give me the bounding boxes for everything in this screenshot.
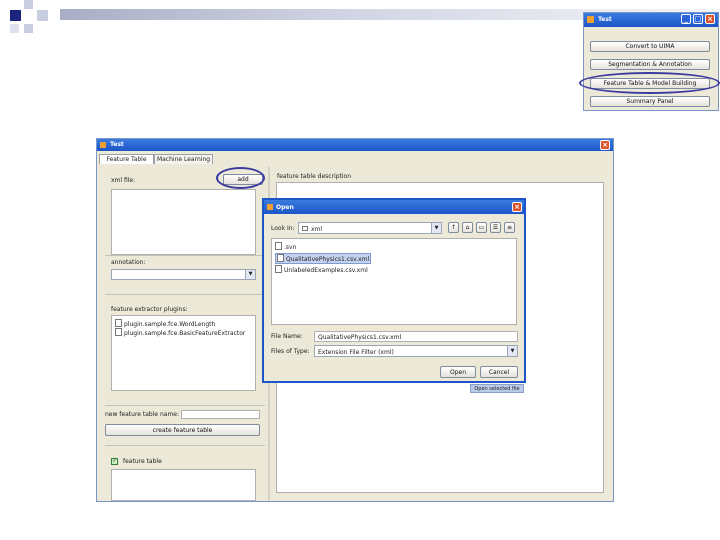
list-item[interactable]: QualitativePhysics1.csv.xml: [275, 253, 372, 264]
mini-window: Test _ □ × Convert to UIMA Segmentation …: [583, 12, 719, 111]
summary-panel-button[interactable]: Summary Panel: [590, 96, 710, 107]
feature-table-label: feature table: [123, 458, 162, 465]
divider: [105, 294, 265, 295]
file-name: QualitativePhysics1.csv.xml: [286, 256, 370, 263]
close-button[interactable]: ×: [600, 140, 610, 150]
tab-machine-learning[interactable]: Machine Learning: [154, 154, 213, 164]
folder-icon: [275, 242, 282, 250]
file-icon: [275, 265, 282, 273]
minimize-button[interactable]: _: [681, 14, 691, 24]
open-tooltip: Open selected file: [470, 384, 524, 393]
mini-window-title: Test: [598, 16, 612, 23]
divider: [105, 255, 265, 256]
open-button[interactable]: Open: [440, 366, 476, 378]
list-view-icon[interactable]: ☰: [490, 222, 501, 233]
file-icon: [115, 319, 122, 327]
java-icon: [587, 16, 594, 23]
chevron-down-icon: ▼: [507, 346, 517, 356]
file-type-value: Extension File Filter (xml): [318, 349, 394, 356]
plugins-list[interactable]: plugin.sample.fce.WordLength plugin.samp…: [111, 315, 256, 391]
decor-square-5: [10, 24, 19, 33]
annotation-label: annotation:: [111, 259, 146, 266]
xml-file-label: xml file:: [111, 177, 136, 184]
main-window-title: Test: [110, 141, 124, 148]
open-dialog-titlebar: Open ×: [264, 200, 524, 214]
list-item[interactable]: plugin.sample.fce.BasicFeatureExtractor: [115, 328, 245, 337]
decor-square-2: [24, 0, 33, 9]
folder-icon: [302, 226, 308, 231]
plugin-label: plugin.sample.fce.WordLength: [124, 321, 216, 328]
file-name: .svn: [284, 244, 297, 251]
new-table-name-input[interactable]: [181, 410, 260, 419]
create-feature-table-button[interactable]: create feature table: [105, 424, 260, 436]
file-name: UnlabeledExamples.csv.xml: [284, 267, 368, 274]
feature-table-panel: [111, 469, 256, 501]
divider: [105, 445, 265, 446]
new-folder-icon[interactable]: ▭: [476, 222, 487, 233]
decor-square-4: [37, 10, 48, 21]
open-dialog: Open × Look In: xml ▼ ↑ ⌂ ▭ ☰ ≡ .svn Qua…: [262, 198, 526, 383]
highlight-ring-add: [216, 167, 265, 189]
up-one-level-icon[interactable]: ↑: [448, 222, 459, 233]
description-label: feature table description: [277, 173, 352, 180]
decor-square-1: [10, 10, 21, 21]
main-window-titlebar: Test ×: [97, 139, 613, 151]
plugins-label: feature extractor plugins:: [111, 306, 188, 313]
left-column: xml file: add annotation: ▼ feature extr…: [105, 167, 265, 501]
list-item[interactable]: plugin.sample.fce.WordLength: [115, 319, 215, 328]
file-type-combo[interactable]: Extension File Filter (xml) ▼: [314, 345, 518, 357]
maximize-button[interactable]: □: [693, 14, 703, 24]
java-icon: [100, 142, 106, 148]
file-name-input[interactable]: QualitativePhysics1.csv.xml: [314, 331, 518, 342]
list-item[interactable]: UnlabeledExamples.csv.xml: [275, 265, 368, 274]
annotation-combo[interactable]: ▼: [111, 269, 256, 280]
decor-square-3: [24, 24, 33, 33]
look-in-label: Look In:: [271, 225, 295, 232]
file-icon: [115, 328, 122, 336]
close-button[interactable]: ×: [512, 202, 522, 212]
feature-table-checkbox[interactable]: ✓: [111, 458, 118, 465]
file-icon: [277, 254, 284, 262]
list-item[interactable]: .svn: [275, 242, 296, 251]
convert-to-uima-button[interactable]: Convert to UIMA: [590, 41, 710, 52]
tab-strip: Feature Table Machine Learning: [99, 154, 299, 164]
file-name-label: File Name:: [271, 333, 303, 340]
file-name-value: QualitativePhysics1.csv.xml: [318, 334, 402, 341]
look-in-value: xml: [311, 226, 323, 233]
xml-file-list[interactable]: [111, 189, 256, 255]
chevron-down-icon: ▼: [431, 223, 441, 233]
segmentation-annotation-button[interactable]: Segmentation & Annotation: [590, 59, 710, 70]
file-list[interactable]: .svn QualitativePhysics1.csv.xml Unlabel…: [271, 238, 517, 325]
plugin-label: plugin.sample.fce.BasicFeatureExtractor: [124, 330, 246, 337]
chevron-down-icon: ▼: [245, 270, 255, 279]
mini-window-titlebar: Test _ □ ×: [584, 13, 718, 27]
file-type-label: Files of Type:: [271, 348, 310, 355]
cancel-button[interactable]: Cancel: [480, 366, 518, 378]
look-in-combo[interactable]: xml ▼: [298, 222, 442, 234]
open-dialog-title: Open: [276, 204, 294, 211]
close-button[interactable]: ×: [705, 14, 715, 24]
highlight-ring-feature-table: [579, 72, 720, 94]
tab-feature-table[interactable]: Feature Table: [99, 154, 154, 164]
home-icon[interactable]: ⌂: [462, 222, 473, 233]
details-view-icon[interactable]: ≡: [504, 222, 515, 233]
java-icon: [267, 204, 273, 210]
new-table-label: new feature table name:: [105, 411, 180, 418]
divider: [105, 405, 265, 406]
